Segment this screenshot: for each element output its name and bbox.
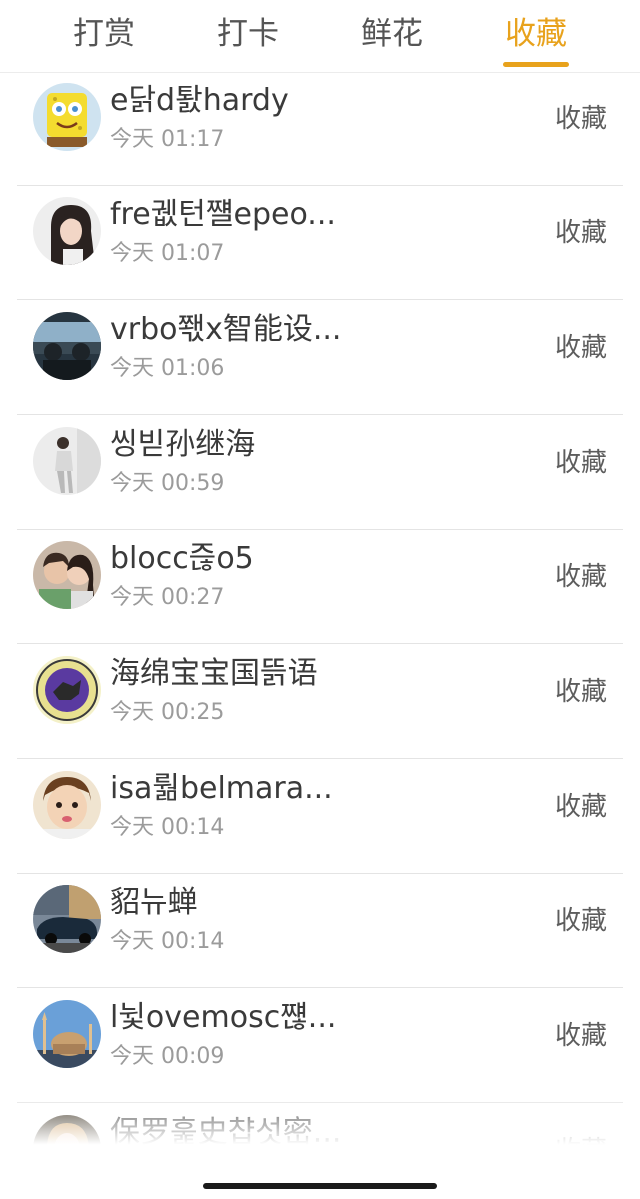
list-item[interactable]: 씽빋孙继海 今天 00:59 收藏: [0, 416, 640, 530]
collect-button[interactable]: 收藏: [555, 675, 607, 709]
list-item[interactable]: isa뤎belmara... 今天 00:14 收藏: [0, 760, 640, 874]
list-item[interactable]: 海绵宝宝国뜱语 今天 00:25 收藏: [0, 645, 640, 759]
collect-button[interactable]: 收藏: [555, 102, 607, 136]
timestamp: 今天 01:07: [110, 241, 225, 266]
timestamp: 今天 00:14: [110, 815, 225, 840]
home-indicator[interactable]: [203, 1183, 437, 1189]
list-item[interactable]: l뉯ovemosc쨶... 今天 00:09 收藏: [0, 989, 640, 1103]
person-standing-avatar[interactable]: [33, 427, 101, 495]
list-item[interactable]: e닭d퇈hardy 今天 01:17 收藏: [0, 72, 640, 186]
collect-button[interactable]: 收藏: [555, 560, 607, 594]
list-item[interactable]: blocc즎o5 今天 00:27 收藏: [0, 530, 640, 644]
child-avatar[interactable]: [33, 771, 101, 839]
emblem-avatar[interactable]: [33, 656, 101, 724]
couple-avatar[interactable]: [33, 541, 101, 609]
tab-reward[interactable]: 打赏: [73, 14, 135, 54]
timestamp: 昨天 23:40: [110, 1159, 225, 1172]
divider: [17, 987, 623, 988]
tab-checkin[interactable]: 打卡: [217, 14, 279, 54]
collect-button[interactable]: 收藏: [555, 331, 607, 365]
timestamp: 今天 01:17: [110, 127, 225, 152]
user-name: l뉯ovemosc쨶...: [110, 1000, 337, 1035]
street-car-avatar[interactable]: [33, 885, 101, 953]
user-name: 씽빋孙继海: [110, 427, 256, 462]
divider: [17, 758, 623, 759]
user-name: 貂뉴蝉: [110, 885, 198, 920]
list-item[interactable]: 貂뉴蝉 今天 00:14 收藏: [0, 874, 640, 988]
tab-bar: 打赏 打卡 鲜花 收藏: [0, 0, 640, 73]
divider: [17, 643, 623, 644]
timestamp: 今天 00:25: [110, 700, 225, 725]
collect-button[interactable]: 收藏: [555, 904, 607, 938]
collect-list: e닭d퇈hardy 今天 01:17 收藏 fre궶턴쨸epeo... 今天 0…: [0, 72, 640, 1172]
list-item[interactable]: 保罗훑史챱섯密... 昨天 23:40 收藏: [0, 1104, 640, 1172]
divider: [17, 299, 623, 300]
timestamp: 今天 00:14: [110, 929, 225, 954]
divider: [17, 414, 623, 415]
timestamp: 今天 01:06: [110, 356, 225, 381]
timestamp: 今天 00:09: [110, 1044, 225, 1069]
timestamp: 今天 00:27: [110, 585, 225, 610]
collect-button[interactable]: 收藏: [555, 216, 607, 250]
user-name: blocc즎o5: [110, 541, 254, 576]
user-name: 海绵宝宝国뜱语: [110, 656, 318, 691]
user-name: vrbo쫷x智能设...: [110, 312, 342, 347]
collect-button[interactable]: 收藏: [555, 1019, 607, 1053]
woman-avatar[interactable]: [33, 197, 101, 265]
collect-button[interactable]: 收藏: [555, 446, 607, 480]
mosque-avatar[interactable]: [33, 1000, 101, 1068]
divider: [17, 1102, 623, 1103]
tab-flowers[interactable]: 鲜花: [361, 14, 423, 54]
list-item[interactable]: vrbo쫷x智能设... 今天 01:06 收藏: [0, 301, 640, 415]
spongebob-avatar[interactable]: [33, 83, 101, 151]
collect-button[interactable]: 收藏: [555, 790, 607, 824]
user-name: 保罗훑史챱섯密...: [110, 1115, 342, 1150]
car-interior-avatar[interactable]: [33, 312, 101, 380]
tab-collect[interactable]: 收藏: [505, 14, 567, 54]
timestamp: 今天 00:59: [110, 471, 225, 496]
user-name: e닭d퇈hardy: [110, 83, 289, 118]
girl-avatar[interactable]: [33, 1115, 101, 1172]
collect-button[interactable]: 收藏: [555, 1134, 607, 1168]
user-name: fre궶턴쨸epeo...: [110, 197, 336, 232]
user-name: isa뤎belmara...: [110, 771, 333, 806]
active-tab-indicator: [503, 62, 569, 67]
collect-list-screen: 打赏 打卡 鲜花 收藏 e닭d퇈hardy 今天 01:17 收藏 fre궶턴쨸…: [0, 0, 640, 1199]
list-item[interactable]: fre궶턴쨸epeo... 今天 01:07 收藏: [0, 186, 640, 300]
